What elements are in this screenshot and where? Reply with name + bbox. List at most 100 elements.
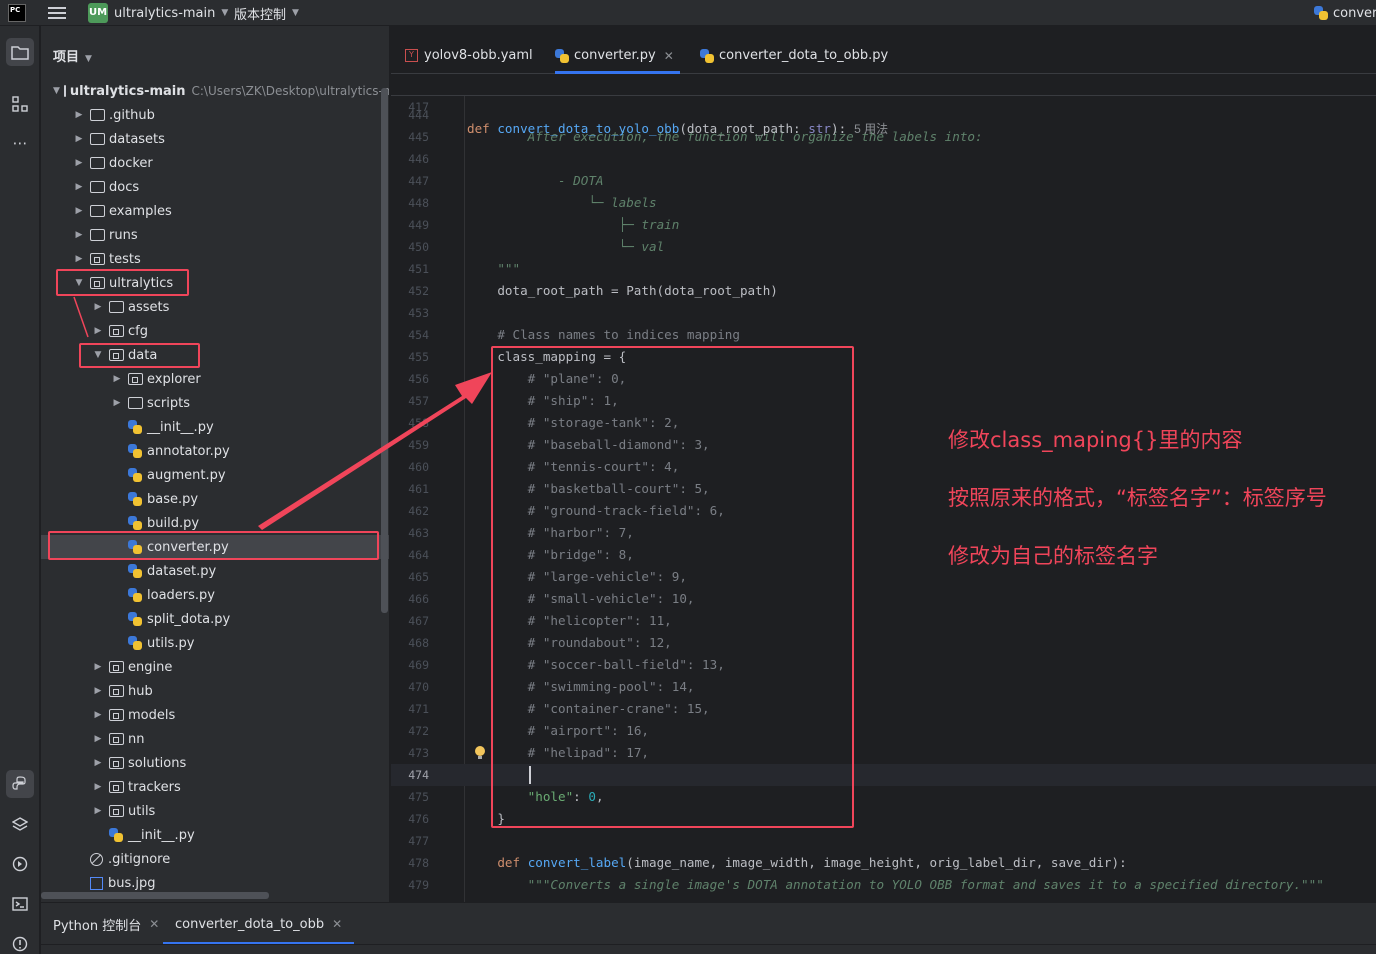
tree-item[interactable]: loaders.py [41, 583, 389, 607]
tree-item[interactable]: ▶ scripts [41, 391, 389, 415]
chevron-right-icon[interactable]: ▶ [72, 206, 86, 216]
code-line[interactable]: 477 [391, 830, 1376, 852]
chevron-right-icon[interactable]: ▶ [91, 686, 105, 696]
tab-converter-py[interactable]: converter.py ✕ [555, 38, 680, 74]
package-folder-icon [109, 325, 124, 337]
tree-item[interactable]: ▶ models [41, 703, 389, 727]
layers-icon[interactable] [6, 810, 34, 838]
tree-item[interactable]: ▶ solutions [41, 751, 389, 775]
panel-vertical-scrollbar[interactable] [381, 88, 388, 613]
tree-item[interactable]: ▶ explorer [41, 367, 389, 391]
tree-item[interactable]: __init__.py [41, 823, 389, 847]
tree-item[interactable]: ▶ trackers [41, 775, 389, 799]
chevron-right-icon[interactable]: ▶ [91, 734, 105, 744]
code-line[interactable]: 452 dota_root_path = Path(dota_root_path… [391, 280, 1376, 302]
structure-icon[interactable] [6, 90, 34, 118]
code-line[interactable]: 453 [391, 302, 1376, 324]
tree-item[interactable]: annotator.py [41, 439, 389, 463]
code-line[interactable]: 478 def convert_label(image_name, image_… [391, 852, 1376, 874]
folder-icon [128, 397, 143, 409]
tree-item[interactable]: ▶ runs [41, 223, 389, 247]
tab-run-converter[interactable]: converter_dota_to_obb ✕ [163, 903, 355, 945]
chevron-right-icon[interactable]: ▶ [110, 374, 124, 384]
tree-item[interactable]: ▶ datasets [41, 127, 389, 151]
more-icon[interactable]: ⋯ [6, 129, 34, 157]
tab-converter-dota-to-obb[interactable]: converter_dota_to_obb.py [700, 38, 888, 73]
line-number: 458 [408, 416, 429, 430]
tree-item[interactable]: ▶ nn [41, 727, 389, 751]
chevron-right-icon[interactable]: ▶ [72, 182, 86, 192]
tree-item[interactable]: augment.py [41, 463, 389, 487]
python-console-icon[interactable] [6, 770, 34, 798]
services-icon[interactable] [6, 850, 34, 878]
usages-hint[interactable]: 5 用法 [854, 122, 888, 136]
line-number: 463 [408, 526, 429, 540]
code-line[interactable]: 447 - DOTA [391, 170, 1376, 192]
close-icon[interactable]: ✕ [332, 917, 342, 931]
hamburger-menu-icon[interactable] [48, 4, 66, 22]
python-file-icon [128, 636, 142, 650]
vcs-menu[interactable]: 版本控制 ▼ [234, 3, 299, 23]
code-line[interactable]: 451 """ [391, 258, 1376, 280]
tree-item[interactable]: ▶ .github [41, 103, 389, 127]
project-panel-title[interactable]: 项目 ▼ [53, 46, 92, 65]
chevron-right-icon[interactable]: ▶ [110, 398, 124, 408]
tab-yolov8-obb-yaml[interactable]: Y yolov8-obb.yaml [405, 38, 533, 73]
tab-python-console[interactable]: Python 控制台 ✕ [53, 903, 159, 945]
chevron-right-icon[interactable]: ▶ [91, 662, 105, 672]
tree-item[interactable]: ▶ utils [41, 799, 389, 823]
annotation-text-3: 修改为自己的标签名字 [948, 544, 1158, 568]
chevron-right-icon[interactable]: ▶ [91, 326, 105, 336]
tree-item[interactable]: ▶ assets [41, 295, 389, 319]
panel-horizontal-scrollbar[interactable] [41, 892, 269, 899]
code-text: """ [497, 261, 521, 276]
chevron-right-icon[interactable]: ▶ [91, 302, 105, 312]
run-config-selector[interactable]: conver [1314, 3, 1376, 23]
chevron-right-icon[interactable]: ▶ [91, 758, 105, 768]
terminal-icon[interactable] [6, 890, 34, 918]
python-file-icon [128, 492, 142, 506]
code-line[interactable]: 450 └─ val [391, 236, 1376, 258]
tab-label: converter_dota_to_obb [175, 916, 325, 932]
chevron-right-icon[interactable]: ▶ [72, 110, 86, 120]
close-icon[interactable]: ✕ [149, 917, 159, 931]
lightbulb-icon[interactable] [474, 746, 486, 760]
sticky-header[interactable]: 417 def convert_dota_to_yolo_obb(dota_ro… [391, 74, 1376, 136]
code-line[interactable]: 454 # Class names to indices mapping [391, 324, 1376, 346]
chevron-right-icon[interactable]: ▶ [72, 134, 86, 144]
chevron-right-icon[interactable]: ▶ [72, 254, 86, 264]
code-line[interactable]: 448 └─ labels [391, 192, 1376, 214]
project-folder-icon[interactable] [6, 38, 34, 66]
tree-item-label: scripts [147, 395, 190, 411]
line-number: 476 [408, 812, 429, 826]
chevron-right-icon[interactable]: ▶ [91, 806, 105, 816]
chevron-right-icon[interactable]: ▶ [72, 158, 86, 168]
close-icon[interactable]: ✕ [664, 49, 674, 63]
tree-item[interactable]: ▶ cfg [41, 319, 389, 343]
tree-item[interactable]: ▶ hub [41, 679, 389, 703]
tree-item[interactable]: ▶ docker [41, 151, 389, 175]
tree-item[interactable]: ▶ tests [41, 247, 389, 271]
tree-item[interactable]: ▼ ultralytics-main C:\Users\ZK\Desktop\ult… [41, 79, 389, 103]
chevron-right-icon[interactable]: ▶ [91, 710, 105, 720]
editor-vertical-scrollbar[interactable] [1368, 74, 1376, 902]
tree-item[interactable]: ▶ docs [41, 175, 389, 199]
code-line[interactable]: 446 [391, 148, 1376, 170]
tree-item-label: tests [109, 251, 141, 267]
code-line[interactable]: 479 """Converts a single image's DOTA an… [391, 874, 1376, 896]
tree-item[interactable]: ▶ engine [41, 655, 389, 679]
project-switcher[interactable]: UM ultralytics-main ▼ [88, 3, 228, 23]
chevron-down-icon[interactable]: ▼ [53, 86, 60, 96]
tree-item[interactable]: base.py [41, 487, 389, 511]
tree-item[interactable]: utils.py [41, 631, 389, 655]
line-number: 462 [408, 504, 429, 518]
tree-item[interactable]: __init__.py [41, 415, 389, 439]
chevron-right-icon[interactable]: ▶ [72, 230, 86, 240]
code-line[interactable]: 449 ├─ train [391, 214, 1376, 236]
tree-item[interactable]: dataset.py [41, 559, 389, 583]
tree-item[interactable]: ▶ examples [41, 199, 389, 223]
tree-item[interactable]: split_dota.py [41, 607, 389, 631]
problems-icon[interactable] [6, 930, 34, 954]
chevron-right-icon[interactable]: ▶ [91, 782, 105, 792]
tree-item[interactable]: .gitignore [41, 847, 389, 871]
